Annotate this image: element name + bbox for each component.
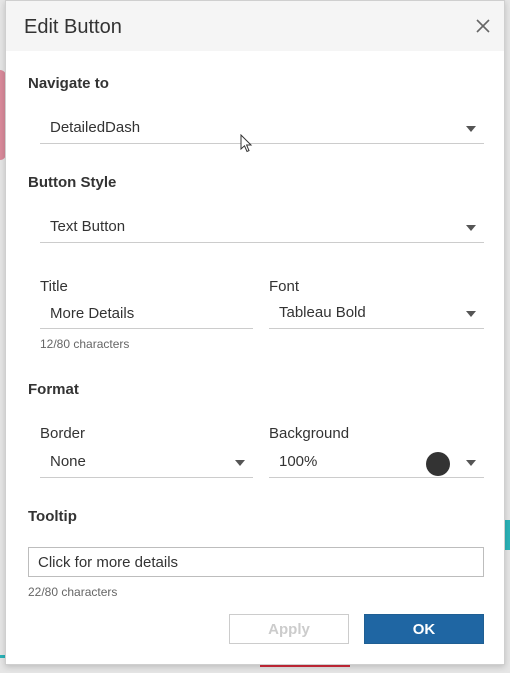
border-value: None	[50, 453, 86, 470]
close-icon	[476, 19, 490, 33]
border-field-label: Border	[40, 425, 86, 442]
tooltip-input[interactable]	[28, 547, 484, 577]
title-field-label: Title	[40, 278, 68, 295]
background-value: 100%	[279, 453, 318, 470]
font-field-label: Font	[269, 278, 300, 295]
chevron-down-icon	[466, 126, 476, 132]
chevron-down-icon	[466, 225, 476, 231]
background-field-label: Background	[269, 425, 350, 442]
tooltip-char-count: 22/80 characters	[28, 585, 118, 599]
color-swatch[interactable]	[426, 452, 450, 476]
ok-button[interactable]: OK	[364, 614, 484, 644]
title-input[interactable]	[40, 299, 253, 329]
font-select[interactable]: Tableau Bold	[269, 299, 484, 329]
font-value: Tableau Bold	[279, 304, 366, 321]
tooltip-section-title: Tooltip	[28, 508, 77, 525]
dialog-header: Edit Button	[6, 1, 504, 51]
title-char-count: 12/80 characters	[40, 337, 130, 351]
close-button[interactable]	[472, 15, 494, 37]
chevron-down-icon	[235, 460, 245, 466]
chevron-down-icon	[466, 311, 476, 317]
navigate-section-title: Navigate to	[28, 75, 109, 92]
border-select[interactable]: None	[40, 448, 253, 478]
button-style-value: Text Button	[50, 218, 126, 235]
navigate-to-value: DetailedDash	[50, 119, 141, 136]
mouse-cursor-icon	[240, 134, 253, 153]
apply-button[interactable]: Apply	[229, 614, 349, 644]
edit-button-dialog: Edit Button Navigate to DetailedDash But…	[5, 0, 505, 665]
navigate-to-select[interactable]: DetailedDash	[40, 114, 484, 144]
chevron-down-icon	[466, 460, 476, 466]
dialog-title: Edit Button	[24, 16, 122, 38]
format-section-title: Format	[28, 381, 79, 398]
button-style-section-title: Button Style	[28, 174, 117, 191]
background-select[interactable]: 100%	[269, 448, 484, 478]
button-style-select[interactable]: Text Button	[40, 213, 484, 243]
